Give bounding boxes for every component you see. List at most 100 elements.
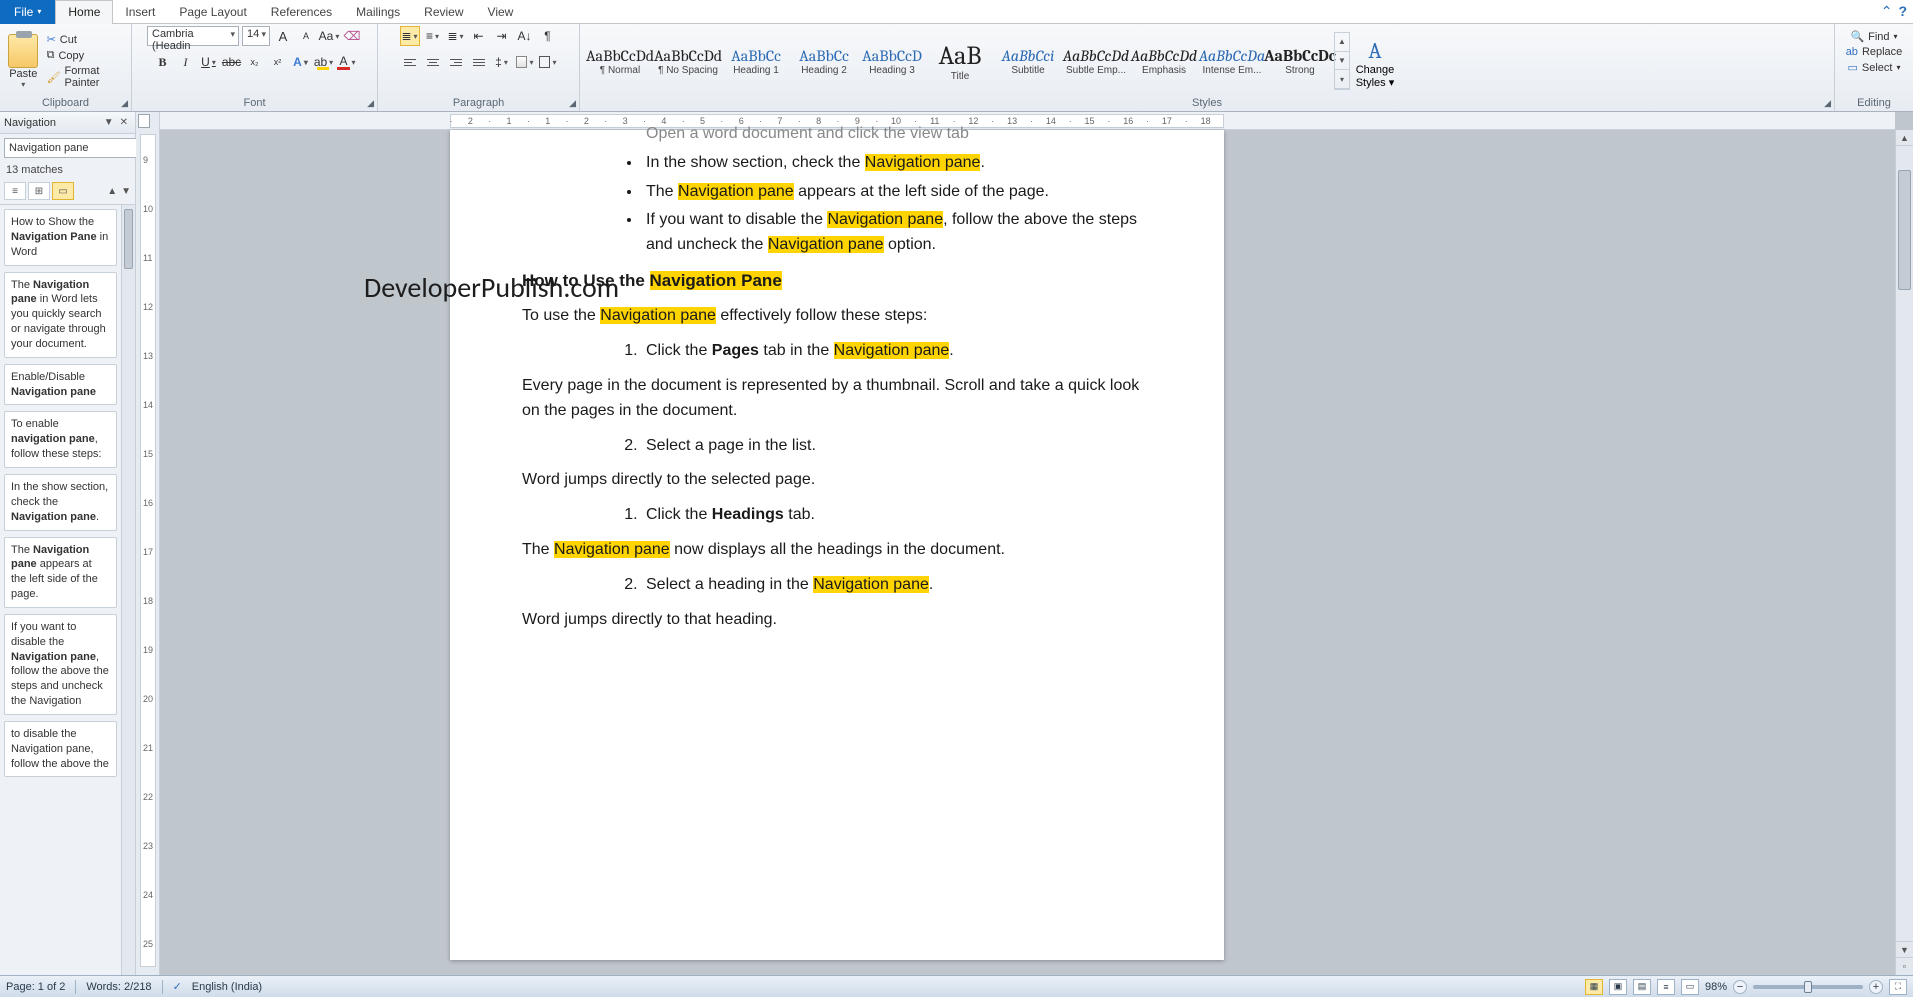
grow-font-button[interactable]: A — [273, 26, 293, 46]
nav-result-item[interactable]: The Navigation pane appears at the left … — [4, 537, 117, 608]
nav-result-item[interactable]: The Navigation pane in Word lets you qui… — [4, 272, 117, 358]
status-page[interactable]: Page: 1 of 2 — [6, 981, 65, 993]
style--no-spacing[interactable]: AaBbCcDd¶ No Spacing — [654, 32, 722, 90]
find-button[interactable]: 🔍Find ▾ — [1850, 30, 1897, 43]
format-painter-button[interactable]: 🖌Format Painter — [47, 65, 125, 89]
tab-page-layout[interactable]: Page Layout — [167, 0, 258, 24]
change-case-button[interactable]: Aa▾ — [319, 26, 339, 46]
full-screen-button[interactable]: ⛶ — [1889, 979, 1907, 995]
zoom-level[interactable]: 98% — [1705, 981, 1727, 993]
align-left-button[interactable] — [400, 52, 420, 72]
style-strong[interactable]: AaBbCcDcStrong — [1266, 32, 1334, 90]
style-intense-em-[interactable]: AaBbCcDaIntense Em... — [1198, 32, 1266, 90]
tab-review[interactable]: Review — [412, 0, 475, 24]
style-title[interactable]: AaBTitle — [926, 32, 994, 90]
vertical-scrollbar[interactable]: ▲ ▼ — [1895, 130, 1913, 957]
nav-tab-headings[interactable]: ≡ — [4, 182, 26, 200]
style-emphasis[interactable]: AaBbCcDdEmphasis — [1130, 32, 1198, 90]
scroll-down-icon[interactable]: ▼ — [1896, 941, 1913, 957]
clipboard-launcher[interactable]: ◢ — [121, 98, 128, 109]
select-button[interactable]: ▭Select ▾ — [1848, 61, 1901, 74]
line-spacing-button[interactable]: ‡▾ — [492, 52, 512, 72]
numbering-button[interactable]: ≡▾ — [423, 26, 443, 46]
font-color-button[interactable]: A▾ — [337, 52, 357, 72]
file-tab[interactable]: File ▾ — [0, 0, 55, 24]
style-heading-3[interactable]: AaBbCcDHeading 3 — [858, 32, 926, 90]
copy-button[interactable]: ⧉Copy — [47, 49, 125, 62]
show-marks-button[interactable]: ¶ — [538, 26, 558, 46]
style-heading-2[interactable]: AaBbCcHeading 2 — [790, 32, 858, 90]
document-page[interactable]: DeveloperPublish.com Open a word documen… — [450, 130, 1224, 960]
shrink-font-button[interactable]: A — [296, 26, 316, 46]
cut-button[interactable]: ✂Cut — [47, 33, 125, 46]
replace-button[interactable]: abReplace — [1846, 46, 1903, 58]
font-launcher[interactable]: ◢ — [367, 98, 374, 109]
style-subtitle[interactable]: AaBbCciSubtitle — [994, 32, 1062, 90]
tab-insert[interactable]: Insert — [113, 0, 167, 24]
clear-formatting-button[interactable]: ⌫ — [342, 26, 362, 46]
nav-pane-close-icon[interactable]: ✕ — [117, 117, 131, 128]
font-name-combo[interactable]: Cambria (Headin — [147, 26, 239, 46]
nav-result-item[interactable]: How to Show the Navigation Pane in Word — [4, 209, 117, 266]
zoom-out-button[interactable]: − — [1733, 980, 1747, 994]
nav-tab-pages[interactable]: ⊞ — [28, 182, 50, 200]
status-language[interactable]: English (India) — [192, 981, 262, 993]
tab-references[interactable]: References — [259, 0, 344, 24]
font-size-combo[interactable]: 14 — [242, 26, 270, 46]
scroll-up-icon[interactable]: ▲ — [1896, 130, 1913, 146]
superscript-button[interactable]: x² — [268, 52, 288, 72]
nav-scrollbar[interactable] — [121, 205, 135, 975]
underline-button[interactable]: U▾ — [199, 52, 219, 72]
minimize-ribbon-icon[interactable]: ⌃ — [1881, 3, 1893, 20]
highlight-color-button[interactable]: ab▾ — [314, 52, 334, 72]
tab-home[interactable]: Home — [55, 0, 113, 24]
text-effects-button[interactable]: A▾ — [291, 52, 311, 72]
nav-pane-menu-icon[interactable]: ▼ — [101, 117, 117, 128]
nav-result-item[interactable]: Enable/Disable Navigation pane — [4, 364, 117, 406]
view-draft-button[interactable]: ▭ — [1681, 979, 1699, 995]
view-web-button[interactable]: ▤ — [1633, 979, 1651, 995]
nav-result-item[interactable]: To enable navigation pane, follow these … — [4, 411, 117, 468]
borders-button[interactable]: ▾ — [538, 52, 558, 72]
nav-tab-results[interactable]: ▭ — [52, 182, 74, 200]
bullets-button[interactable]: ≣▾ — [400, 26, 420, 46]
view-full-screen-button[interactable]: ▣ — [1609, 979, 1627, 995]
tab-view[interactable]: View — [476, 0, 526, 24]
style-heading-1[interactable]: AaBbCcHeading 1 — [722, 32, 790, 90]
browse-object-icon[interactable]: ◦ — [1895, 957, 1913, 975]
multilevel-list-button[interactable]: ≣▾ — [446, 26, 466, 46]
nav-search-input[interactable] — [4, 138, 156, 158]
nav-result-item[interactable]: In the show section, check the Navigatio… — [4, 474, 117, 531]
justify-button[interactable] — [469, 52, 489, 72]
align-right-button[interactable] — [446, 52, 466, 72]
styles-launcher[interactable]: ◢ — [1824, 98, 1831, 109]
ruler-tab-selector[interactable] — [138, 114, 150, 128]
nav-result-item[interactable]: If you want to disable the Navigation pa… — [4, 614, 117, 715]
subscript-button[interactable]: x₂ — [245, 52, 265, 72]
strikethrough-button[interactable]: abc — [222, 52, 242, 72]
style-subtle-emp-[interactable]: AaBbCcDdSubtle Emp... — [1062, 32, 1130, 90]
zoom-slider[interactable] — [1753, 985, 1863, 989]
view-outline-button[interactable]: ≡ — [1657, 979, 1675, 995]
align-center-button[interactable] — [423, 52, 443, 72]
view-print-layout-button[interactable]: ▦ — [1585, 979, 1603, 995]
increase-indent-button[interactable]: ⇥ — [492, 26, 512, 46]
change-styles-button[interactable]: AChangeStyles ▾ — [1350, 34, 1400, 89]
decrease-indent-button[interactable]: ⇤ — [469, 26, 489, 46]
nav-prev-result-icon[interactable]: ▲ — [107, 186, 117, 197]
bold-button[interactable]: B — [153, 52, 173, 72]
nav-next-result-icon[interactable]: ▼ — [121, 186, 131, 197]
paragraph-launcher[interactable]: ◢ — [569, 98, 576, 109]
status-words[interactable]: Words: 2/218 — [86, 981, 151, 993]
nav-result-item[interactable]: to disable the Navigation pane, follow t… — [4, 721, 117, 778]
styles-gallery-scroll[interactable]: ▲▼▾ — [1334, 32, 1350, 90]
help-icon[interactable]: ? — [1898, 3, 1907, 20]
paste-button[interactable]: Paste ▾ — [6, 34, 41, 89]
proofing-icon[interactable]: ✓ — [173, 980, 182, 993]
tab-mailings[interactable]: Mailings — [344, 0, 412, 24]
sort-button[interactable]: A↓ — [515, 26, 535, 46]
italic-button[interactable]: I — [176, 52, 196, 72]
shading-button[interactable]: ▾ — [515, 52, 535, 72]
style--normal[interactable]: AaBbCcDd¶ Normal — [586, 32, 654, 90]
zoom-in-button[interactable]: + — [1869, 980, 1883, 994]
